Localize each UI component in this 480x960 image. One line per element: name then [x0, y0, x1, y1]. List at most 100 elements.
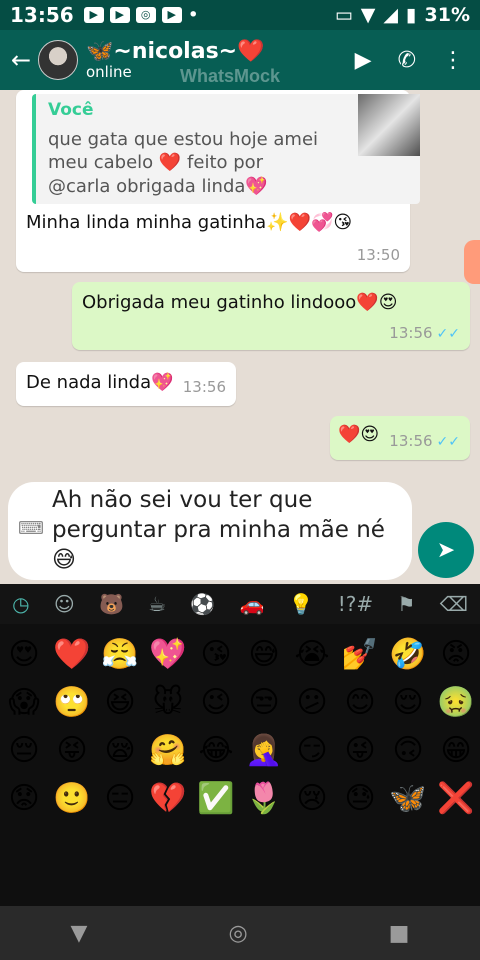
video-call-icon[interactable]: ▶	[355, 48, 372, 73]
emoji-key[interactable]: 😕	[288, 678, 336, 726]
emoji-key[interactable]: 😍	[0, 630, 48, 678]
emoji-panel: 😍 ❤️ 😤 💖 😘 😅 😭 💅 🤣 😡 😱 🙄 😆 🐭 😉 😒 😕 😊 😌 🤢 😔 😝 😪 🤗 😂 🤦‍♀️ 😏 😜 🙃 😁 😟 🙂 😑 💔 ✅ 🌷…	[0, 624, 480, 906]
read-ticks-icon: ✓✓	[436, 326, 460, 342]
emoji-key[interactable]: 💖	[144, 630, 192, 678]
emoji-key[interactable]: 😘	[192, 630, 240, 678]
emoji-key[interactable]: 😭	[288, 630, 336, 678]
quoted-message[interactable]: Você que gata que estou hoje amei meu ca…	[32, 94, 420, 204]
contact-name: 🦋~nicolas~❤️	[86, 38, 265, 64]
message-time: 13:50	[356, 246, 400, 264]
emoji-key[interactable]: 🌷	[240, 774, 288, 822]
emoji-key[interactable]: ✅	[192, 774, 240, 822]
emoji-key[interactable]: 🙄	[48, 678, 96, 726]
message-text: De nada linda💖	[26, 372, 174, 393]
notification-icons: ▶ ▶ ◎ ▶ •	[83, 4, 199, 26]
recent-icon[interactable]: ◷	[12, 592, 29, 616]
youtube-icon: ▶	[161, 7, 182, 23]
message-input-text[interactable]: Ah não sei vou ter que perguntar pra min…	[52, 486, 402, 576]
bulb-icon[interactable]: 💡	[289, 592, 314, 616]
message-text: ❤️😍	[338, 424, 380, 445]
emoji-key[interactable]: 😁	[432, 726, 480, 774]
wifi-icon: ▼	[360, 4, 376, 26]
backspace-icon[interactable]: ⌫	[440, 592, 468, 616]
car-icon[interactable]: 🚗	[239, 592, 264, 616]
emoji-key[interactable]: 😓	[336, 774, 384, 822]
emoji-key[interactable]: 😅	[240, 630, 288, 678]
emoji-key[interactable]: 🤗	[144, 726, 192, 774]
message-time: 13:56 ✓✓	[389, 432, 460, 450]
emoji-key[interactable]: 💔	[144, 774, 192, 822]
message-time: 13:56 ✓✓	[389, 324, 460, 342]
emoji-key[interactable]: 😜	[336, 726, 384, 774]
emoji-key[interactable]: 😟	[0, 774, 48, 822]
smiley-icon[interactable]: ☺	[54, 592, 75, 616]
emoji-key[interactable]: 😡	[432, 630, 480, 678]
emoji-key[interactable]: 😔	[0, 726, 48, 774]
food-icon[interactable]: ☕	[148, 592, 166, 616]
emoji-key[interactable]: 🤣	[384, 630, 432, 678]
emoji-key[interactable]: 💅	[336, 630, 384, 678]
youtube-icon: ▶	[83, 7, 104, 23]
emoji-key[interactable]: 😑	[96, 774, 144, 822]
emoji-key[interactable]: 😉	[192, 678, 240, 726]
status-right: ▭ ▼ ◢ ▮ 31%	[335, 4, 470, 26]
message-out[interactable]: ❤️😍 13:56 ✓✓	[330, 416, 470, 460]
emoji-key[interactable]: 😱	[0, 678, 48, 726]
battery-percent: 31%	[424, 4, 470, 26]
message-in[interactable]: De nada linda💖 13:56	[16, 362, 236, 406]
emoji-grid: 😍 ❤️ 😤 💖 😘 😅 😭 💅 🤣 😡 😱 🙄 😆 🐭 😉 😒 😕 😊 😌 🤢 😔 😝 😪 🤗 😂 🤦‍♀️ 😏 😜 🙃 😁 😟 🙂 😑 💔 ✅ 🌷…	[0, 624, 480, 822]
quote-thumbnail	[358, 94, 420, 156]
emoji-key[interactable]: ❌	[432, 774, 480, 822]
watermark: WhatsMock	[180, 66, 281, 86]
quote-text: que gata que estou hoje amei meu cabelo …	[48, 129, 319, 197]
back-arrow-icon[interactable]: ←	[4, 46, 38, 74]
status-bar: 13:56 ▶ ▶ ◎ ▶ • ▭ ▼ ◢ ▮ 31%	[0, 0, 480, 30]
message-time: 13:56	[182, 378, 226, 396]
send-icon: ➤	[436, 537, 456, 563]
system-nav-bar: ▼ ◎ ■	[0, 906, 480, 960]
message-out[interactable]: Obrigada meu gatinho lindooo❤️😍 13:56 ✓✓	[72, 282, 470, 350]
signal-icon: ◢	[383, 4, 399, 26]
emoji-key[interactable]: 😊	[336, 678, 384, 726]
emoji-key[interactable]: ❤️	[48, 630, 96, 678]
youtube-icon: ▶	[109, 7, 130, 23]
emoji-key[interactable]: 😏	[288, 726, 336, 774]
message-text: Minha linda minha gatinha✨❤️💞😘	[26, 212, 353, 233]
message-in[interactable]: Você que gata que estou hoje amei meu ca…	[16, 90, 420, 272]
recents-icon[interactable]: ■	[389, 921, 410, 946]
message-input[interactable]: ⌨ Ah não sei vou ter que perguntar pra m…	[8, 482, 412, 580]
back-icon[interactable]: ▼	[71, 921, 88, 946]
emoji-key[interactable]: 😝	[48, 726, 96, 774]
emoji-key[interactable]: 🙂	[48, 774, 96, 822]
emoji-key[interactable]: 😤	[96, 630, 144, 678]
status-time: 13:56	[10, 3, 74, 27]
symbols-icon[interactable]: !?#	[338, 592, 373, 616]
keyboard-icon[interactable]: ⌨	[18, 518, 44, 539]
emoji-key[interactable]: 😆	[96, 678, 144, 726]
avatar[interactable]	[38, 40, 78, 80]
emoji-key[interactable]: 😒	[240, 678, 288, 726]
emoji-key[interactable]: 🤢	[432, 678, 480, 726]
decoration	[464, 240, 480, 284]
more-options-icon[interactable]: ⋮	[442, 48, 464, 73]
flag-icon[interactable]: ⚑	[397, 592, 415, 616]
home-icon[interactable]: ◎	[228, 921, 247, 946]
animal-icon[interactable]: 🐻	[99, 592, 124, 616]
send-button[interactable]: ➤	[418, 522, 474, 578]
message-text: Obrigada meu gatinho lindooo❤️😍	[82, 292, 398, 313]
cast-icon: ▭	[334, 4, 353, 26]
emoji-key[interactable]: 🐭	[144, 678, 192, 726]
emoji-category-bar: ◷ ☺ 🐻 ☕ ⚽ 🚗 💡 !?# ⚑ ⌫	[0, 584, 480, 624]
emoji-key[interactable]: 🙃	[384, 726, 432, 774]
emoji-key[interactable]: 😂	[192, 726, 240, 774]
emoji-key[interactable]: 😪	[96, 726, 144, 774]
instagram-icon: ◎	[135, 7, 156, 23]
battery-icon: ▮	[406, 4, 417, 26]
sport-icon[interactable]: ⚽	[190, 592, 215, 616]
emoji-key[interactable]: 😌	[384, 678, 432, 726]
phone-icon[interactable]: ✆	[398, 48, 416, 73]
emoji-key[interactable]: 🤦‍♀️	[240, 726, 288, 774]
emoji-key[interactable]: 😢	[288, 774, 336, 822]
emoji-key[interactable]: 🦋	[384, 774, 432, 822]
header-actions: ▶ ✆ ⋮	[355, 48, 464, 73]
